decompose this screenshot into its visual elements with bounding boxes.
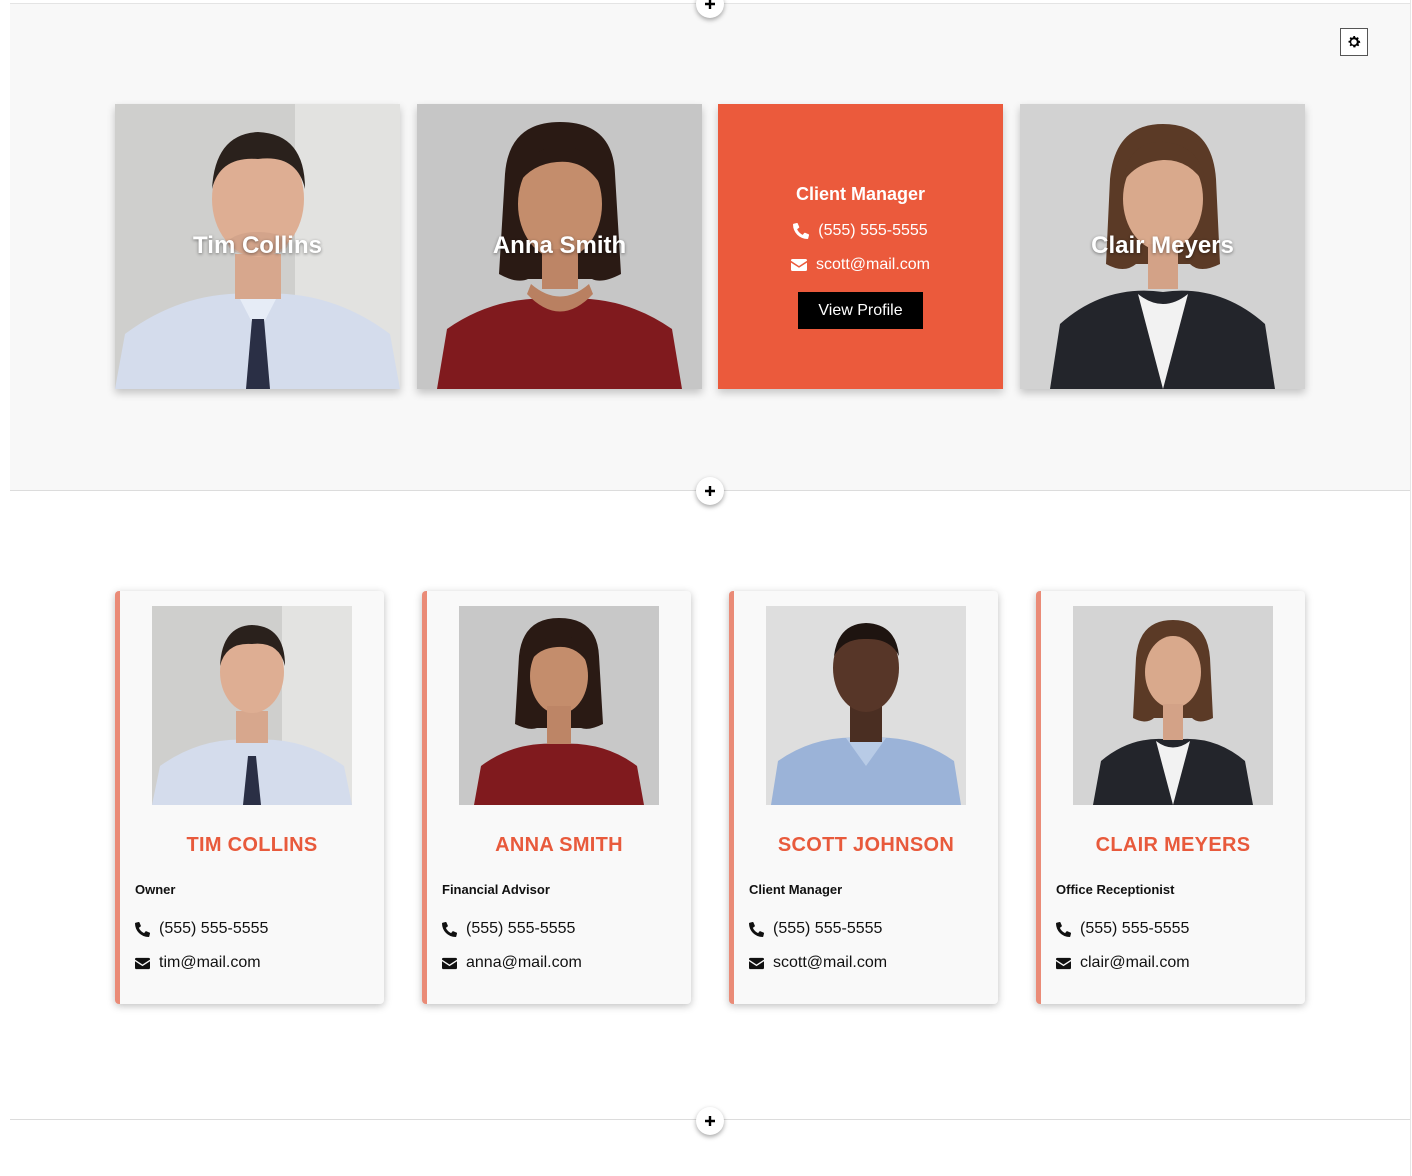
team-member-card: TIM COLLINS Owner (555) 555-5555 tim@mai… bbox=[115, 591, 384, 1004]
portrait-image bbox=[1073, 606, 1273, 805]
team-card-clair-meyers[interactable]: Clair Meyers bbox=[1020, 104, 1305, 389]
section-settings-button[interactable] bbox=[1340, 28, 1368, 56]
phone-text: (555) 555-5555 bbox=[159, 920, 269, 937]
team-card-anna-smith[interactable]: Anna Smith bbox=[417, 104, 702, 389]
plus-icon bbox=[705, 1116, 715, 1126]
member-phone: (555) 555-5555 bbox=[135, 920, 268, 938]
member-role: Office Receptionist bbox=[1056, 882, 1175, 897]
phone-icon bbox=[749, 921, 764, 937]
phone-icon bbox=[135, 921, 150, 937]
team-card-tim-collins[interactable]: Tim Collins bbox=[115, 104, 400, 389]
add-section-button[interactable] bbox=[696, 477, 724, 505]
member-name: SCOTT JOHNSON bbox=[777, 834, 955, 856]
team-member-card: ANNA SMITH Financial Advisor (555) 555-5… bbox=[422, 591, 691, 1004]
phone-text: (555) 555-5555 bbox=[773, 920, 883, 937]
portrait-image bbox=[459, 606, 659, 805]
phone-text: (555) 555-5555 bbox=[1080, 920, 1190, 937]
portrait-image bbox=[152, 606, 352, 805]
view-profile-button[interactable]: View Profile bbox=[798, 292, 923, 329]
plus-icon bbox=[705, 0, 715, 9]
member-name: ANNA SMITH bbox=[495, 834, 623, 856]
envelope-icon bbox=[135, 957, 150, 969]
member-role: Client Manager bbox=[795, 184, 926, 204]
envelope-icon bbox=[749, 957, 764, 969]
member-role: Client Manager bbox=[749, 882, 843, 897]
plus-icon bbox=[705, 486, 715, 496]
gear-icon bbox=[1348, 36, 1361, 48]
member-role: Financial Advisor bbox=[442, 882, 550, 897]
email-text: scott@mail.com bbox=[773, 954, 888, 971]
member-email: tim@mail.com bbox=[135, 954, 261, 972]
member-name: TIM COLLINS bbox=[186, 834, 318, 856]
member-email: anna@mail.com bbox=[442, 954, 582, 972]
phone-icon bbox=[1056, 921, 1071, 937]
envelope-icon bbox=[442, 957, 457, 969]
page-edge bbox=[0, 0, 10, 1176]
member-name: CLAIR MEYERS bbox=[1095, 834, 1251, 856]
member-phone: (555) 555-5555 bbox=[718, 222, 1003, 240]
envelope-icon bbox=[1056, 957, 1071, 969]
member-name: Anna Smith bbox=[492, 232, 627, 259]
member-email: clair@mail.com bbox=[1056, 954, 1190, 972]
member-email: scott@mail.com bbox=[749, 954, 887, 972]
team-member-card: SCOTT JOHNSON Client Manager (555) 555-5… bbox=[729, 591, 998, 1004]
page-edge-right bbox=[1410, 0, 1411, 1176]
portrait-image bbox=[766, 606, 966, 805]
team-member-card: CLAIR MEYERS Office Receptionist (555) 5… bbox=[1036, 591, 1305, 1004]
member-name: Tim Collins bbox=[193, 232, 322, 259]
email-text: scott@mail.com bbox=[815, 256, 931, 273]
phone-text: (555) 555-5555 bbox=[466, 920, 576, 937]
phone-text: (555) 555-5555 bbox=[818, 222, 928, 239]
email-text: tim@mail.com bbox=[159, 954, 261, 971]
member-phone: (555) 555-5555 bbox=[749, 920, 882, 938]
member-role: Owner bbox=[135, 882, 176, 897]
add-section-button[interactable] bbox=[696, 1107, 724, 1135]
member-phone: (555) 555-5555 bbox=[442, 920, 575, 938]
phone-icon bbox=[793, 223, 810, 239]
email-text: anna@mail.com bbox=[466, 954, 582, 971]
member-phone: (555) 555-5555 bbox=[1056, 920, 1189, 938]
member-name: Clair Meyers bbox=[1091, 232, 1234, 259]
envelope-icon bbox=[790, 259, 807, 271]
phone-icon bbox=[442, 921, 457, 937]
email-text: clair@mail.com bbox=[1080, 954, 1190, 971]
team-card-scott-johnson-hover[interactable]: Client Manager (555) 555-5555 scott@mail… bbox=[718, 104, 1003, 389]
member-email: scott@mail.com bbox=[718, 256, 1003, 274]
